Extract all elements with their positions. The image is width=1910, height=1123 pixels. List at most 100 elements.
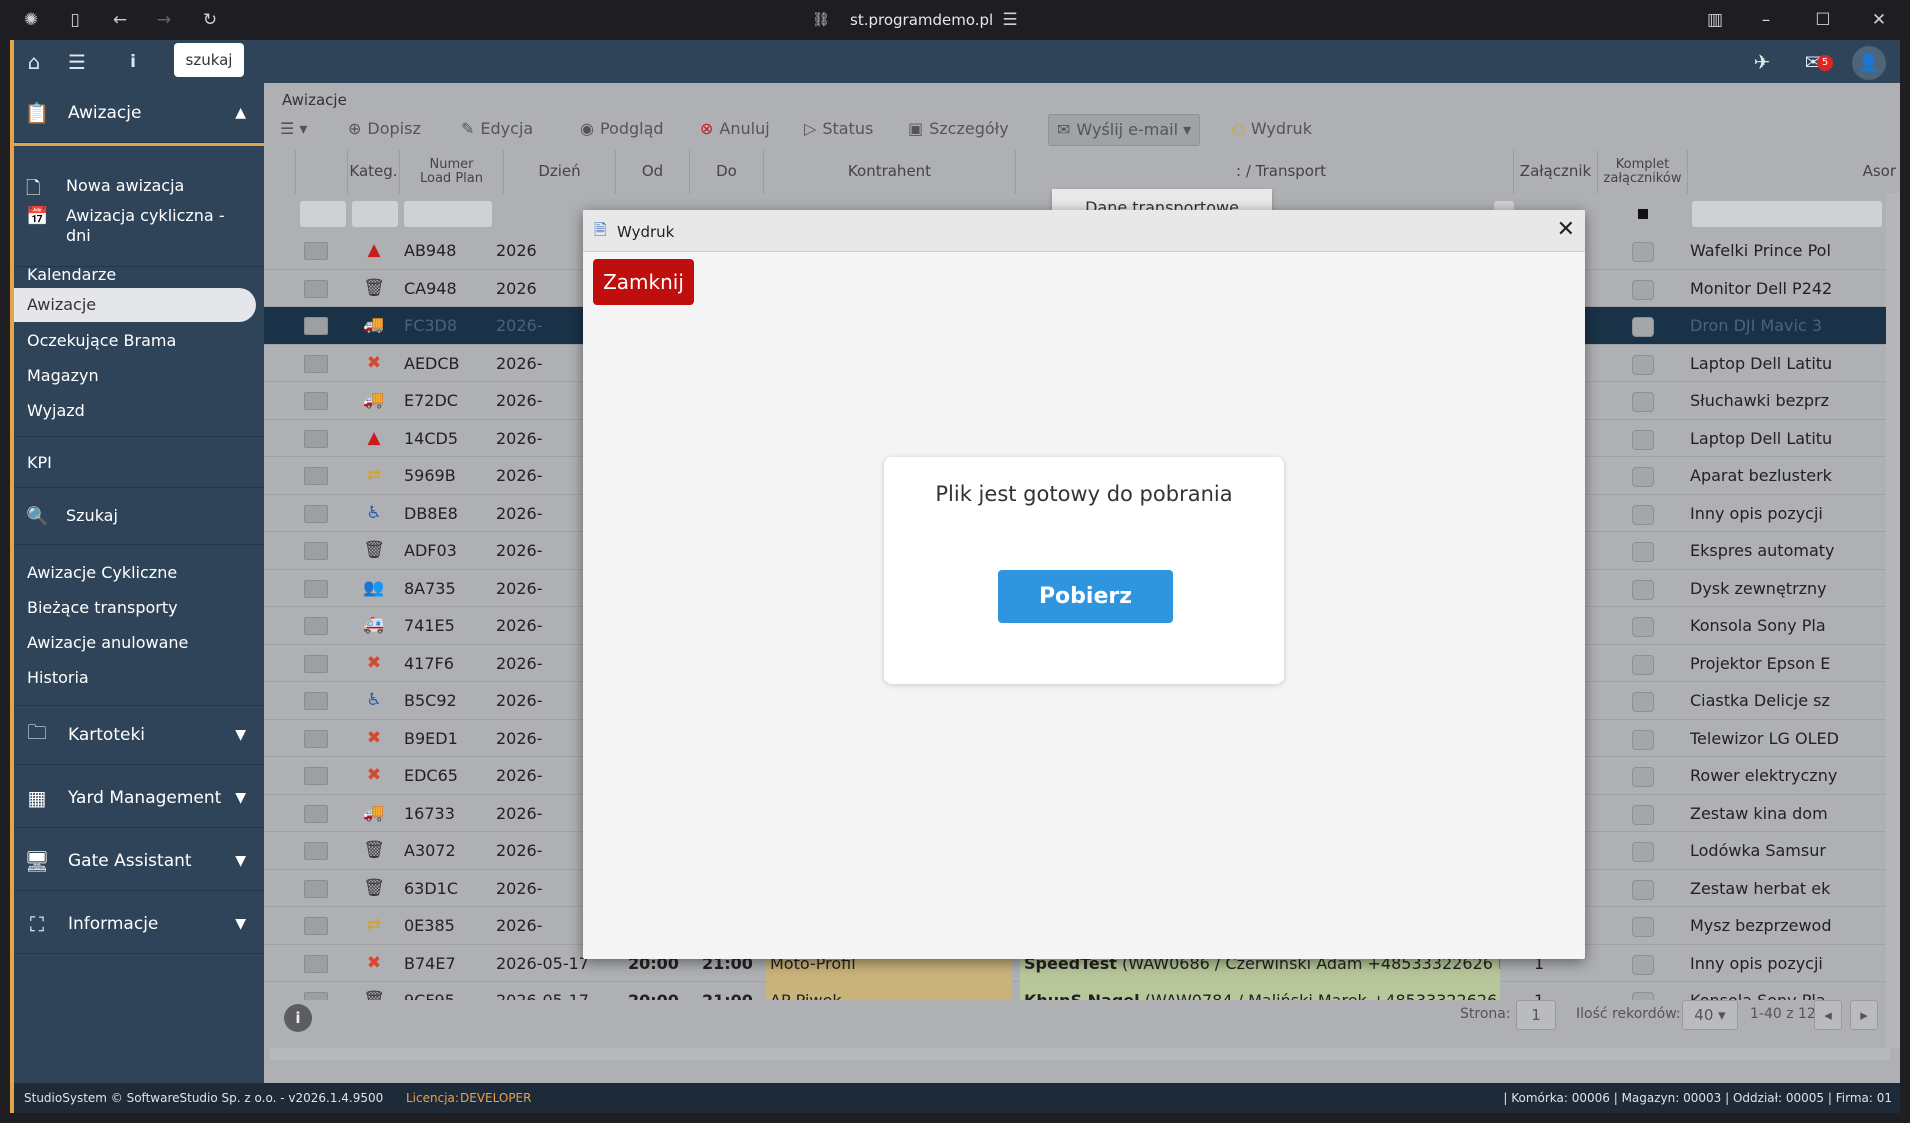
download-button[interactable]: Pobierz [998,570,1173,623]
status-button[interactable]: ▷ Status [804,119,873,138]
row-checkbox[interactable] [304,542,328,560]
minimize-icon[interactable]: – [1755,9,1777,31]
sidebar-group-kartoteki[interactable]: 🗀 Kartoteki ▼ [14,705,264,765]
row-complete-checkbox[interactable] [1632,767,1654,787]
site-settings-icon[interactable]: ☰ [999,9,1021,31]
filter-select[interactable] [300,201,346,227]
sidebar-item-awizacje[interactable]: Awizacje [14,288,256,322]
plane-icon[interactable]: ✈ [1748,50,1776,74]
horizontal-scrollbar[interactable] [270,1048,1890,1060]
header-day[interactable]: Dzień [504,150,616,194]
header-number[interactable]: Numer Load Plan [400,150,504,194]
sidebar-item-magazyn[interactable]: Magazyn [27,366,99,385]
row-complete-checkbox[interactable] [1632,954,1654,975]
sidebar-group-informacje[interactable]: ⛶ Informacje ▼ [14,894,264,954]
row-complete-checkbox[interactable] [1632,429,1654,450]
header-category[interactable]: Kateg. [348,150,400,194]
row-complete-checkbox[interactable] [1632,354,1654,375]
split-view-icon[interactable]: ▥ [1704,9,1726,31]
sidebar-item-awizacja-cykliczna[interactable]: 📅 Awizacja cykliczna - dni [14,206,264,246]
row-checkbox[interactable] [304,392,328,410]
sidebar-item-historia[interactable]: Historia [27,668,89,687]
url-text[interactable]: st.programdemo.pl [850,8,1060,32]
row-checkbox[interactable] [304,879,328,898]
row-checkbox[interactable] [304,504,328,523]
header-contractor[interactable]: Kontrahent [764,150,1016,194]
reload-icon[interactable]: ↻ [199,9,221,31]
collapse-menu-icon[interactable]: ☰ [63,50,91,74]
row-checkbox[interactable] [304,317,328,335]
sidebar-item-oczekujace-brama[interactable]: Oczekujące Brama [27,331,176,350]
row-checkbox[interactable] [304,767,328,785]
row-complete-checkbox[interactable] [1632,617,1654,637]
next-page-button[interactable]: ▸ [1850,1000,1878,1030]
sidebar-item-awizacje-cykliczne[interactable]: Awizacje Cykliczne [27,563,177,582]
info-circle-icon[interactable]: i [284,1004,312,1032]
row-complete-checkbox[interactable] [1632,542,1654,562]
user-avatar-icon[interactable]: 👤 [1852,46,1886,80]
details-button[interactable]: ▣ Szczegóły [908,119,1009,138]
row-complete-checkbox[interactable] [1632,917,1654,937]
sidebar-section-awizacje[interactable]: 📋 Awizacje ▲ [14,83,264,143]
vertical-scrollbar[interactable] [1886,193,1900,1048]
header-from[interactable]: Od [616,150,690,194]
row-complete-checkbox[interactable] [1632,279,1654,300]
edit-button[interactable]: ✎ Edycja [461,119,533,138]
row-complete-checkbox[interactable] [1632,992,1654,1000]
row-checkbox[interactable] [304,654,328,673]
sidebar-item-kpi[interactable]: KPI [27,453,52,472]
home-icon[interactable]: ⌂ [20,50,48,74]
send-email-button[interactable]: ✉ Wyślij e-mail ▾ [1048,114,1201,146]
row-checkbox[interactable] [304,992,328,1000]
row-checkbox[interactable] [304,279,328,298]
page-input[interactable]: 1 [1516,1000,1556,1030]
info-icon[interactable]: i [119,50,147,74]
header-transport[interactable]: : / Transport [1016,150,1514,194]
header-assortment[interactable]: Asor [1688,150,1900,194]
row-checkbox[interactable] [304,429,328,448]
print-button[interactable]: ⎙ Wydruk [1232,119,1312,139]
row-complete-checkbox[interactable] [1632,242,1654,262]
row-checkbox[interactable] [304,804,328,823]
records-select[interactable]: 40 ▾ [1682,1000,1738,1030]
header-to[interactable]: Do [690,150,764,194]
row-complete-checkbox[interactable] [1632,504,1654,525]
close-button[interactable]: Zamknij [593,259,694,305]
filter-category[interactable] [352,201,398,227]
row-complete-checkbox[interactable] [1632,804,1654,825]
row-checkbox[interactable] [304,917,328,935]
row-checkbox[interactable] [304,954,328,973]
table-row[interactable]: 🗑 9CF952026-05-17 20:00 21:00AP Piwek KhunS … [264,982,1900,1000]
filter-complete-checkbox[interactable] [1638,209,1648,219]
row-complete-checkbox[interactable] [1632,842,1654,862]
prev-page-button[interactable]: ◂ [1814,1000,1842,1030]
row-complete-checkbox[interactable] [1632,729,1654,750]
row-checkbox[interactable] [304,354,328,373]
row-checkbox[interactable] [304,692,328,710]
close-window-icon[interactable]: ✕ [1868,9,1890,31]
sidebar-item-wyjazd[interactable]: Wyjazd [27,401,85,420]
sidebar-item-biezace-transporty[interactable]: Bieżące transporty [27,598,178,617]
row-complete-checkbox[interactable] [1632,654,1654,675]
filter-number[interactable] [404,201,492,227]
preview-button[interactable]: ◉ Podgląd [580,119,664,138]
header-attachment[interactable]: Załącznik [1514,150,1598,194]
filter-assortment[interactable] [1692,201,1882,227]
sidebar-group-yard-management[interactable]: ▦ Yard Management ▼ [14,768,264,828]
row-checkbox[interactable] [304,579,328,598]
cancel-button[interactable]: ⊗ Anuluj [700,119,770,138]
row-checkbox[interactable] [304,242,328,260]
row-complete-checkbox[interactable] [1632,692,1654,712]
browser-logo-icon[interactable]: ✺ [20,9,42,31]
search-pill[interactable]: szukaj [174,43,244,77]
row-complete-checkbox[interactable] [1632,317,1654,337]
maximize-icon[interactable]: ☐ [1812,9,1834,31]
sidebar-group-gate-assistant[interactable]: 🖥 Gate Assistant ▼ [14,831,264,891]
sidebar-item-awizacje-anulowane[interactable]: Awizacje anulowane [27,633,188,652]
modal-close-icon[interactable]: ✕ [1557,217,1575,242]
row-checkbox[interactable] [304,617,328,635]
sidebar-toggle-icon[interactable]: ▯ [64,9,86,31]
row-checkbox[interactable] [304,842,328,860]
add-button[interactable]: ⊕ Dopisz [348,119,421,138]
row-complete-checkbox[interactable] [1632,467,1654,487]
